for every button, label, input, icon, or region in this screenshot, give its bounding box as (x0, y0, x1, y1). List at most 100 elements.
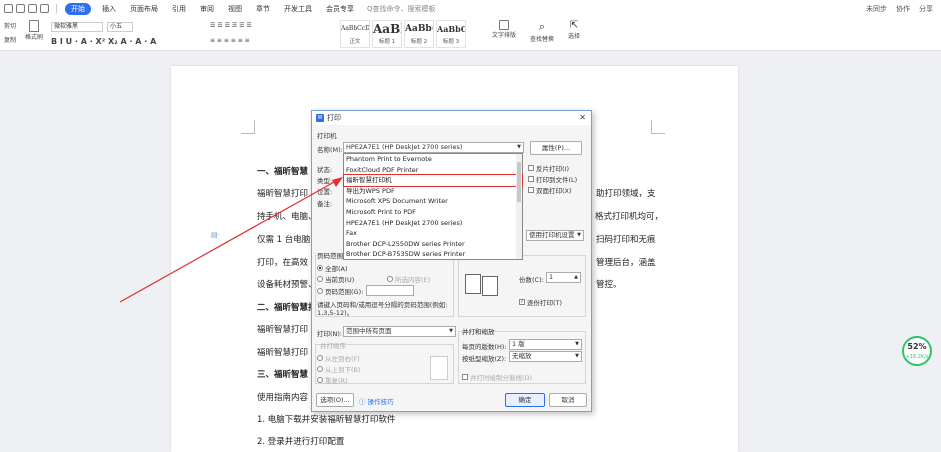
ok-button[interactable]: 确定 (505, 393, 545, 407)
magnifier-icon: ⌕ (538, 20, 546, 33)
find-replace-group[interactable]: ⌕ 查找替换 (530, 20, 554, 43)
chevron-down-icon: ▼ (517, 144, 521, 150)
scrollbar-thumb[interactable] (517, 162, 521, 202)
doc-paragraph: 设备耗材预警、 (257, 280, 317, 290)
name-label: 名称(M): (317, 146, 343, 154)
doc-fragment: 格式打印机均可， (595, 212, 664, 222)
command-search[interactable]: Q查找命令、搜索模板 (367, 4, 436, 14)
printer-option[interactable]: Brother DCP-L2550DW series Printer (344, 239, 522, 250)
dropdown-scrollbar[interactable] (516, 154, 522, 259)
redo-icon[interactable] (40, 4, 49, 13)
style-heading-3[interactable]: AaBbC 标题 3 (436, 20, 466, 48)
top-to-bottom-radio[interactable]: 从上到下(B) (317, 364, 361, 374)
tab-review[interactable]: 审阅 (200, 4, 214, 14)
pages-per-sheet-select[interactable]: 1 版 ▼ (509, 339, 582, 350)
collate-checkbox[interactable]: ✓ 逐份打印(T) (519, 297, 562, 307)
print-what-select[interactable]: 范围中所有页面 ▼ (343, 326, 456, 337)
stepper-icon: ▲ (574, 274, 578, 280)
align-buttons[interactable]: ≡ ≡ ≡ ≡ ≡ ≡ (210, 37, 250, 44)
options-button[interactable]: 选项(O)... (316, 393, 354, 407)
text-layout-group[interactable]: 文字排版 (492, 20, 516, 39)
doc-fragment: 管理后台，涵盖 (596, 258, 656, 268)
tab-home[interactable]: 开始 (65, 2, 91, 15)
current-page-label: 当前页(U) (325, 276, 355, 284)
dialog-titlebar: W 打印 ✕ (312, 111, 591, 125)
collate-page-icon (465, 274, 481, 294)
select-group[interactable]: ⇱ 选择 (568, 20, 580, 40)
repeat-radio[interactable]: 重复(R) (317, 375, 348, 385)
selection-radio[interactable]: 所选内容(E) (387, 274, 430, 284)
tips-link[interactable]: ⓘ 操作技巧 (359, 396, 394, 406)
style-heading-2[interactable]: AaBb( 标题 2 (404, 20, 434, 48)
collaborate-button[interactable]: 协作 (896, 4, 910, 14)
clipboard-group: 剪切 复制 (4, 21, 16, 44)
duplex-checkbox[interactable]: 双面打印(X) (528, 185, 572, 195)
text-format-buttons[interactable]: B I U · A · X² X₂ A · A · A (51, 37, 156, 46)
format-painter-label[interactable]: 格式刷 (25, 32, 43, 41)
cancel-button[interactable]: 取消 (549, 393, 587, 407)
range-hint: 请键入页码和/或用逗号分隔的页码范围(例如: 1,3,5-12)。 (317, 301, 448, 317)
printer-option[interactable]: 导出为WPS PDF (344, 186, 522, 197)
style-heading-1[interactable]: AaBl 标题 1 (372, 20, 402, 48)
page-range-input[interactable] (366, 285, 414, 296)
cut-button[interactable]: 剪切 (4, 21, 16, 30)
print-to-file-checkbox[interactable]: 打印到文件(L) (528, 174, 577, 184)
doc-list-item: 2. 登录并进行打印配置 (257, 437, 345, 447)
cut-lines-checkbox[interactable]: 并打时绘制分割线(D) (462, 372, 532, 382)
close-icon[interactable]: ✕ (579, 113, 586, 122)
doc-paragraph: 使用指南内容 (257, 393, 309, 403)
printer-option[interactable]: HPE2A7E1 (HP DeskJet 2700 series) (344, 218, 522, 229)
printer-option[interactable]: FoxitCloud PDF Printer (344, 165, 522, 176)
left-to-right-radio[interactable]: 从左到右(F) (317, 353, 360, 363)
paste-icon[interactable] (29, 20, 39, 32)
properties-button[interactable]: 属性(P)... (530, 141, 582, 155)
chevron-down-icon: ▼ (575, 353, 579, 359)
printer-option[interactable]: Phantom Print to Evernote (344, 154, 522, 165)
font-size-select[interactable]: 小五 (107, 22, 133, 32)
tab-view[interactable]: 视图 (228, 4, 242, 14)
all-pages-radio[interactable]: 全部(A) (317, 263, 348, 273)
reverse-print-label: 反片打印(I) (536, 165, 569, 173)
network-speed-widget[interactable]: 52% +16.2K/s (902, 336, 932, 366)
font-name-select[interactable]: 微软雅黑 (51, 22, 103, 32)
paragraph-buttons[interactable]: ☰ ☰ ☰ ☰ ☰ ☰ (210, 22, 252, 29)
selection-label: 所选内容(E) (395, 276, 431, 284)
current-page-radio[interactable]: 当前页(U) (317, 274, 354, 284)
print-label: 打印(N): (317, 330, 343, 338)
print-icon[interactable] (16, 4, 25, 13)
chevron-down-icon: ▼ (575, 341, 579, 347)
order-group-label: 并打顺序 (320, 342, 346, 350)
share-button[interactable]: 分享 (919, 4, 933, 14)
printer-dropdown-list: Phantom Print to Evernote FoxitCloud PDF… (343, 153, 523, 260)
sync-status[interactable]: 未同步 (866, 4, 887, 14)
printer-option[interactable]: Brother DCP-B7535DW series Printer (344, 249, 522, 260)
printer-settings-value: 使用打印机设置 (529, 231, 575, 239)
scale-select[interactable]: 无缩放 ▼ (509, 351, 582, 362)
printer-name-select[interactable]: HPE2A7E1 (HP DeskJet 2700 series) ▼ (343, 142, 524, 153)
doc-paragraph: 仅需 1 台电脑 (257, 235, 311, 245)
reverse-print-checkbox[interactable]: 反片打印(I) (528, 163, 569, 173)
undo-icon[interactable] (28, 4, 37, 13)
tab-section[interactable]: 章节 (256, 4, 270, 14)
tab-member[interactable]: 会员专享 (326, 4, 354, 14)
style-normal[interactable]: AaBbCcDd 正文 (340, 20, 370, 48)
printer-option-selected[interactable]: 福昕智慧打印机 (343, 174, 523, 187)
pages-per-sheet-value: 1 版 (512, 340, 525, 348)
copies-stepper[interactable]: 1 ▲ (546, 272, 581, 283)
speed-rate: +16.2K/s (905, 354, 929, 360)
select-label: 选择 (568, 33, 581, 40)
printer-option[interactable]: Microsoft Print to PDF (344, 207, 522, 218)
printer-option[interactable]: Fax (344, 228, 522, 239)
tab-layout[interactable]: 页面布局 (130, 4, 158, 14)
menubar-right: 未同步 协作 分享 (866, 4, 933, 14)
copy-button[interactable]: 复制 (4, 35, 16, 44)
tab-developer[interactable]: 开发工具 (284, 4, 312, 14)
printer-option[interactable]: Microsoft XPS Document Writer (344, 196, 522, 207)
doc-paragraph: 打印，在高效 (257, 258, 309, 268)
tab-insert[interactable]: 插入 (102, 4, 116, 14)
printer-settings-select[interactable]: 使用打印机设置 ▼ (526, 230, 584, 241)
save-icon[interactable] (4, 4, 13, 13)
tab-references[interactable]: 引用 (172, 4, 186, 14)
page-range-radio[interactable]: 页码范围(G): (317, 286, 363, 296)
doc-heading-1: 一、福昕智慧 (257, 167, 309, 177)
